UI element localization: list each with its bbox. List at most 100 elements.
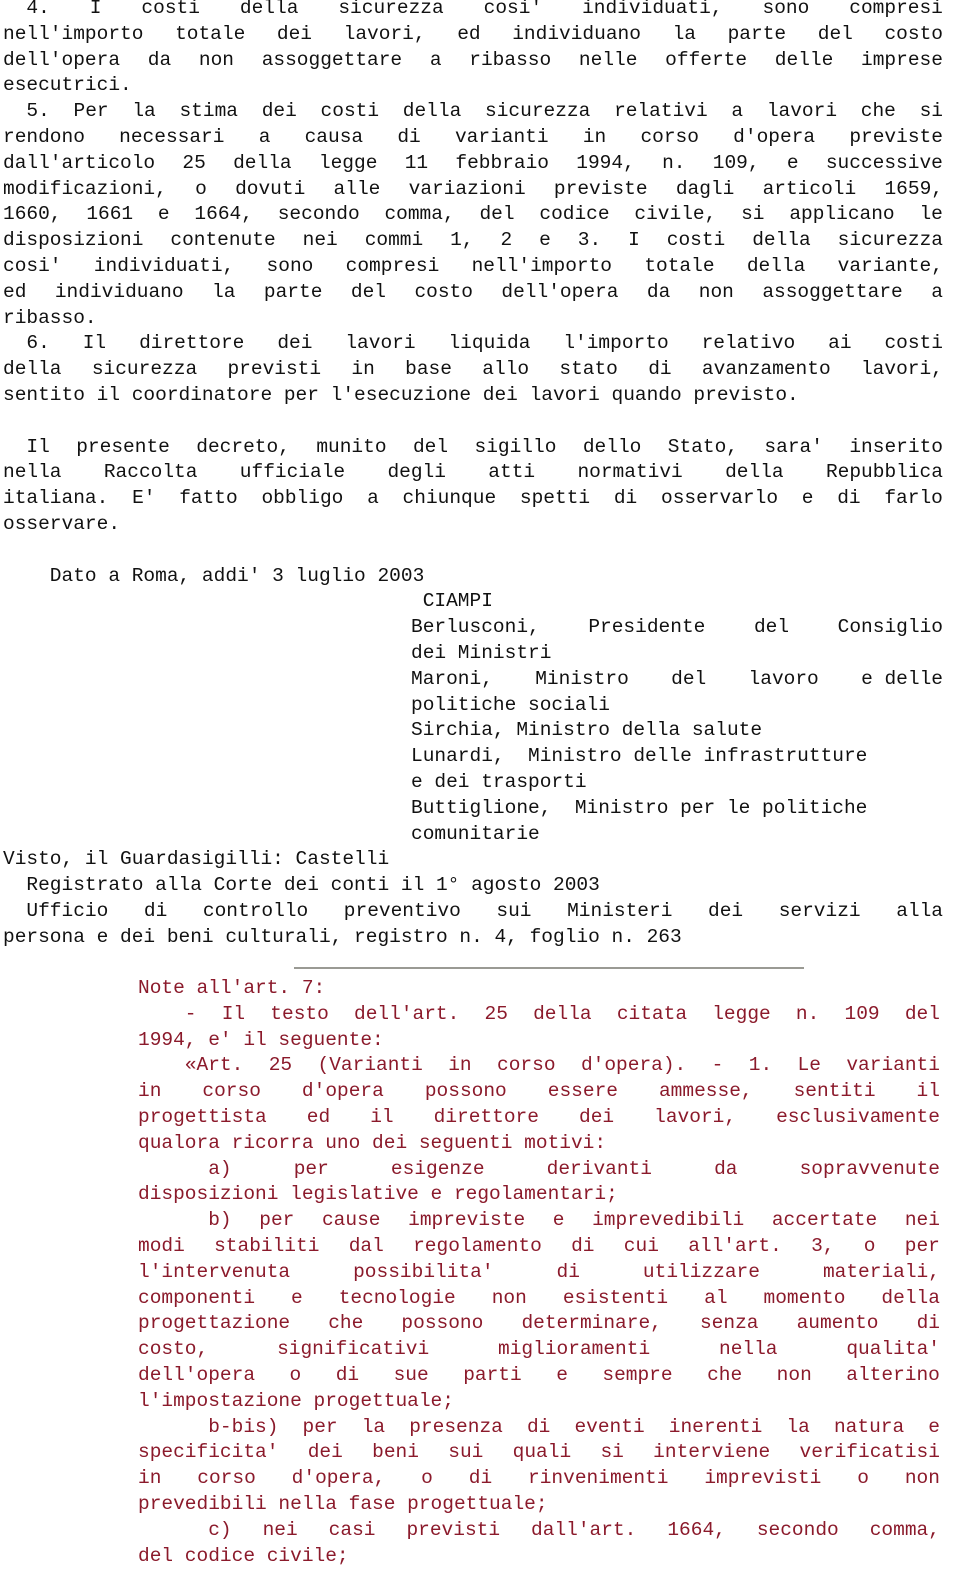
word: nelle [578, 48, 638, 71]
word: senza [699, 1312, 759, 1335]
word: obbligo [261, 487, 344, 510]
word: costi [141, 0, 200, 19]
paragraph-comma-5: 5. Per la stima dei costi della sicurezza relati… [3, 99, 943, 331]
text-line: 5. Per la stima dei costi della sicurezza relati… [3, 99, 943, 125]
word: da [646, 280, 671, 303]
note-line: progettazione che possono determinare, senza… [138, 1311, 940, 1337]
text-line: Ufficio di controllo preventivo sui Ministeri… [3, 899, 943, 925]
word: secondo [756, 1518, 839, 1541]
word: c) [138, 1518, 232, 1541]
word: stabiliti [214, 1234, 320, 1257]
text-line: della sicurezza previsti in base allo stato di a… [3, 357, 943, 383]
word: base [405, 358, 452, 381]
word: per [259, 1209, 295, 1232]
word: corso [197, 1467, 256, 1490]
note-line: specificita' dei beni sui quali si interviene v… [138, 1440, 940, 1466]
word: avanzamento [701, 358, 831, 381]
word: il [370, 1105, 394, 1128]
word: dovuti [235, 177, 306, 200]
word: nella [3, 461, 62, 484]
paragraph-comma-4: 4. Icosti della sicurezza cosi' individuati, s… [3, 0, 943, 99]
word: dei [579, 1105, 615, 1128]
word: E' [132, 487, 156, 510]
word: in [138, 1467, 162, 1490]
word: n. [662, 151, 686, 174]
word: 1659, [884, 177, 943, 200]
word: ribasso [469, 48, 552, 71]
word: o [857, 1467, 869, 1490]
word: del [904, 1002, 940, 1025]
word: corso [640, 125, 699, 148]
visto-line: Visto, il Guardasigilli: Castelli [3, 848, 390, 871]
word: lavori, [654, 1105, 737, 1128]
text-line: rendono necessari a causa di varianti in corso d… [3, 125, 943, 151]
notes-body: - Il testo dell'art. 25 della citata legge n. 109… [138, 1002, 940, 1570]
word: inerenti [668, 1415, 763, 1438]
word: osservarlo [661, 487, 779, 510]
word: non [491, 1286, 527, 1309]
word: ed [306, 1105, 331, 1128]
document-page: 4. Icosti della sicurezza cosi' individuati, s… [3, 0, 943, 950]
word: sicurezza [338, 0, 444, 19]
word: previsti [406, 1518, 501, 1541]
word: a [258, 125, 271, 148]
word: miglioramenti [498, 1338, 651, 1361]
word: momento [763, 1286, 846, 1309]
word: parte [263, 280, 323, 303]
word: inserito [849, 435, 943, 458]
word: di [837, 487, 861, 510]
word: dall'art. [531, 1518, 637, 1541]
word: che [860, 100, 896, 123]
word: dei [277, 332, 313, 355]
word: ammesse, [658, 1080, 753, 1103]
note-line: - Il testo dell'art. 25 della citata legge n. 109… [138, 1002, 940, 1028]
word: d'opera [733, 125, 816, 148]
word: a [429, 48, 442, 71]
word: dall'articolo [3, 151, 156, 174]
word: Stato, [667, 435, 738, 458]
word: I [89, 0, 102, 19]
word: e [291, 1286, 303, 1309]
word: casi [328, 1518, 376, 1541]
word: 1664, [667, 1518, 726, 1541]
word: dell'opera [501, 280, 619, 303]
word: d'opera). [580, 1054, 687, 1077]
text-line: persona e dei beni culturali, registro n… [3, 925, 682, 948]
word: di [143, 899, 168, 922]
word: 1. [748, 1054, 773, 1077]
word: possibilita' [353, 1260, 494, 1283]
text-line: nella Raccolta ufficiale degli atti normativi… [3, 460, 943, 486]
word: lavori [345, 332, 416, 355]
word: esistenti [562, 1286, 669, 1309]
signatory-line: Lunardi, Ministro delle infrastrutture [411, 745, 868, 768]
word: quali [512, 1441, 572, 1464]
word: atti [488, 461, 536, 484]
word: Consiglio [837, 616, 943, 639]
word: b-bis) [138, 1415, 279, 1438]
word: della [725, 461, 784, 484]
word: in [448, 1054, 472, 1077]
word: della [533, 1002, 592, 1025]
word: costo, [138, 1338, 209, 1361]
word: 1, [450, 229, 474, 252]
paragraph-comma-6: 6. Il direttore dei lavori liquida l'importo re… [3, 331, 943, 408]
word: sicurezza [837, 229, 943, 252]
word: derivanti [546, 1157, 652, 1180]
word: 5. [3, 100, 50, 123]
word: 2 [500, 229, 513, 252]
word: 6. [3, 332, 50, 355]
word: d'opera, [291, 1467, 386, 1490]
word: lavori, [343, 22, 426, 45]
word: relativi [614, 100, 708, 123]
word: a [931, 280, 943, 303]
word: individuati, [93, 254, 235, 277]
note-paragraph: b-bis) per la presenza di eventi inerenti la nat… [138, 1415, 940, 1518]
text-line: modificazioni, o dovuti alle variazioni previ… [3, 177, 943, 203]
word: corso [202, 1080, 261, 1103]
word: e [539, 229, 551, 252]
word: della [3, 358, 62, 381]
word: da [147, 48, 172, 71]
text-line: cosi' individuati, sono compresi nell'import… [3, 254, 943, 280]
word: il [916, 1080, 940, 1103]
